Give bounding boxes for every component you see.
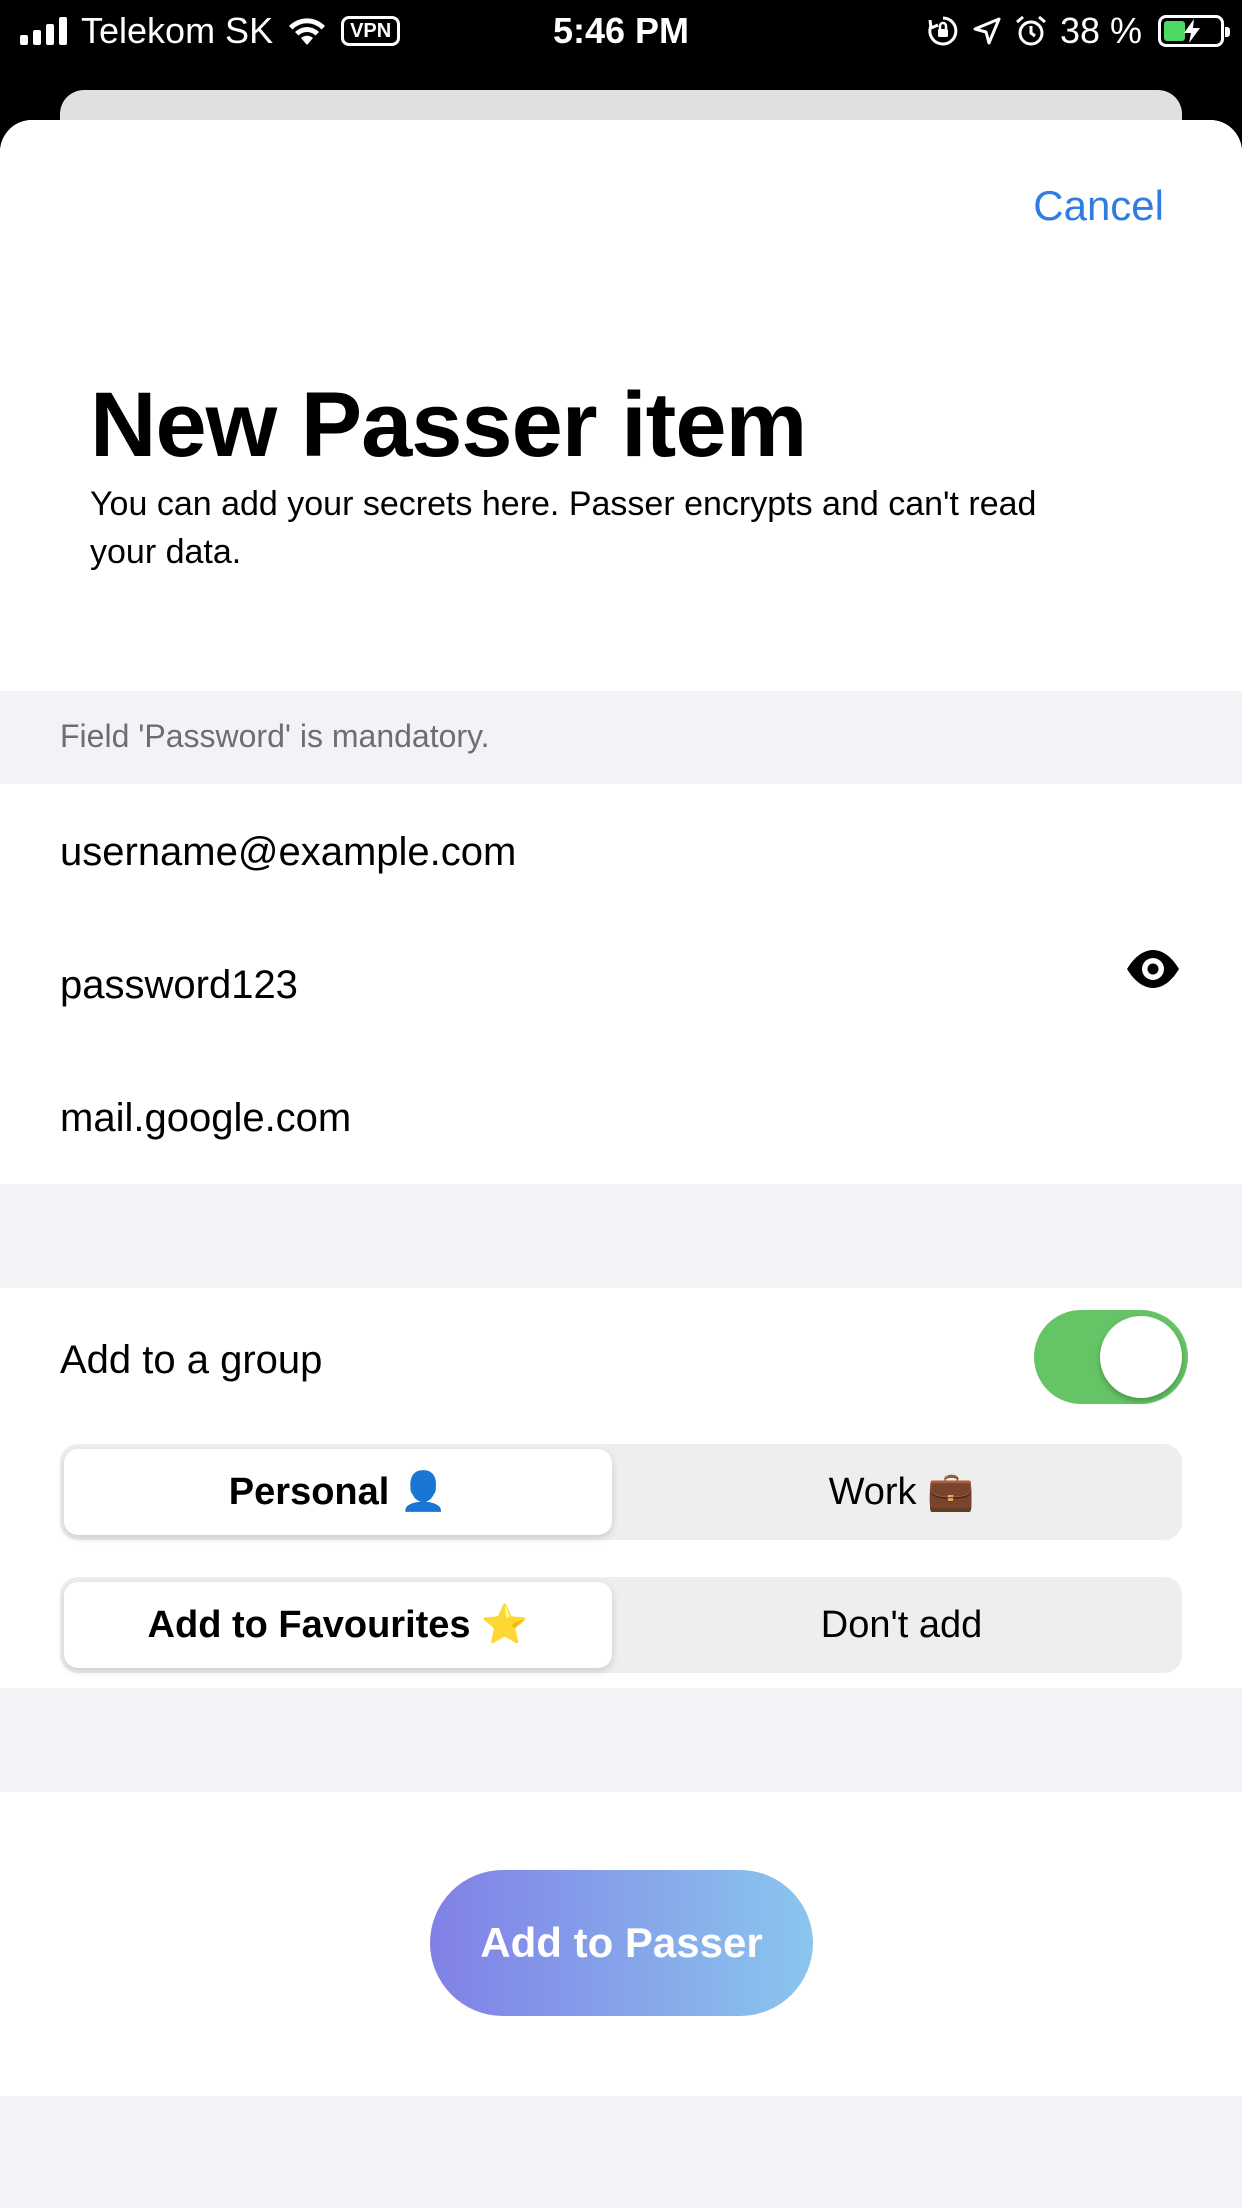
segment-work[interactable]: Work 💼 <box>621 1444 1182 1540</box>
segment-dont-add[interactable]: Don't add <box>621 1577 1182 1673</box>
modal-sheet: Cancel New Passer item You can add your … <box>0 120 1242 2208</box>
location-arrow-icon <box>973 17 1001 45</box>
rotation-lock-icon <box>928 16 958 46</box>
status-bar: Telekom SK VPN 5:46 PM 38 % <box>0 0 1242 62</box>
password-field[interactable]: password123 <box>60 955 298 1015</box>
eye-icon[interactable] <box>1124 940 1182 998</box>
action-section: Add to Passer <box>0 1792 1242 2096</box>
segment-add-to-favourites[interactable]: Add to Favourites ⭐️ <box>64 1582 612 1668</box>
username-field[interactable]: username@example.com <box>60 822 516 882</box>
group-segmented-control: Personal 👤 Work 💼 <box>60 1444 1182 1540</box>
credentials-form: username@example.com password123 mail.go… <box>0 784 1242 1184</box>
validation-message: Field 'Password' is mandatory. <box>60 718 490 754</box>
group-section: Add to a group Personal 👤 Work 💼 Add to … <box>0 1288 1242 1688</box>
battery-nub <box>1225 27 1230 37</box>
page-title: New Passer item <box>90 374 807 476</box>
alarm-icon <box>1015 15 1046 46</box>
status-right: 38 % <box>926 10 1230 52</box>
cancel-button[interactable]: Cancel <box>1033 182 1164 230</box>
website-field[interactable]: mail.google.com <box>60 1088 351 1148</box>
segment-personal[interactable]: Personal 👤 <box>64 1449 612 1535</box>
toggle-knob <box>1100 1316 1182 1398</box>
group-toggle-label: Add to a group <box>60 1338 323 1382</box>
sheet-header: Cancel New Passer item You can add your … <box>0 120 1242 691</box>
favourites-segmented-control: Add to Favourites ⭐️ Don't add <box>60 1577 1182 1673</box>
add-to-passer-button[interactable]: Add to Passer <box>430 1870 813 2016</box>
battery-percent: 38 % <box>1059 10 1142 51</box>
charging-bolt-icon <box>1184 19 1200 43</box>
page-subtitle: You can add your secrets here. Passer en… <box>90 485 1037 571</box>
battery-icon <box>1158 15 1230 47</box>
group-toggle[interactable] <box>1034 1310 1188 1404</box>
